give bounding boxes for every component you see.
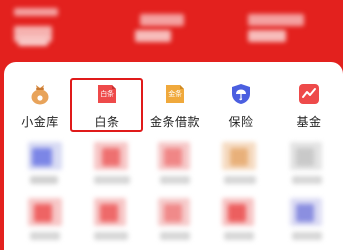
- blurred-label: [160, 176, 190, 184]
- blurred-service-item[interactable]: [158, 142, 194, 186]
- blurred-service-item[interactable]: [220, 142, 260, 186]
- blurred-label: [224, 232, 254, 240]
- blurred-service-item[interactable]: [290, 142, 326, 186]
- jintiao-icon-text: 金条: [168, 90, 182, 98]
- blurred-icon: [228, 204, 246, 222]
- nav-item-label: 金条借款: [149, 115, 200, 129]
- highlight-box: [70, 78, 143, 132]
- fund-chart-icon: [297, 82, 321, 106]
- header-bar: [0, 0, 343, 66]
- blurred-label: [30, 176, 58, 184]
- nav-item-label: 基金: [296, 115, 322, 129]
- blurred-service-item[interactable]: [92, 142, 132, 186]
- nav-item-label: 保险: [228, 115, 254, 129]
- blurred-header-value: [18, 36, 48, 46]
- blurred-label: [224, 176, 256, 184]
- umbrella-shield-icon: [229, 82, 253, 106]
- nav-item-fund[interactable]: 基金: [279, 78, 339, 130]
- jintiao-card-icon: 金条: [163, 82, 187, 106]
- blurred-icon: [164, 204, 182, 222]
- blurred-service-item[interactable]: [28, 142, 62, 186]
- blurred-icon: [102, 148, 120, 166]
- blurred-label: [30, 232, 60, 240]
- blurred-header-value: [248, 30, 286, 42]
- blurred-service-item[interactable]: [290, 198, 326, 246]
- blurred-icon: [296, 148, 314, 166]
- blurred-service-item[interactable]: [28, 198, 62, 246]
- nav-item-label: 小金库: [21, 115, 59, 129]
- blurred-icon: [230, 148, 248, 166]
- nav-item-jintiao-loan[interactable]: 金条 金条借款: [145, 78, 205, 130]
- blurred-service-item[interactable]: [222, 198, 258, 246]
- blurred-label: [94, 232, 128, 240]
- blurred-service-item[interactable]: [92, 198, 130, 246]
- blurred-icon: [100, 204, 118, 222]
- blurred-header-title: [14, 8, 58, 16]
- blurred-icon: [164, 148, 182, 166]
- nav-item-xiaojinku[interactable]: 小金库: [10, 78, 70, 130]
- blurred-header-value: [135, 30, 171, 42]
- nav-item-insurance[interactable]: 保险: [211, 78, 271, 130]
- blurred-service-item[interactable]: [158, 198, 194, 246]
- blurred-icon: [32, 148, 52, 166]
- moneybag-icon: [28, 82, 52, 106]
- blurred-header-text: [248, 14, 304, 26]
- blurred-label: [292, 176, 322, 184]
- blurred-label: [160, 232, 190, 240]
- blurred-icon: [296, 204, 314, 222]
- blurred-label: [94, 176, 130, 184]
- blurred-label: [292, 232, 322, 240]
- blurred-header-text: [140, 14, 184, 26]
- blurred-icon: [34, 204, 52, 222]
